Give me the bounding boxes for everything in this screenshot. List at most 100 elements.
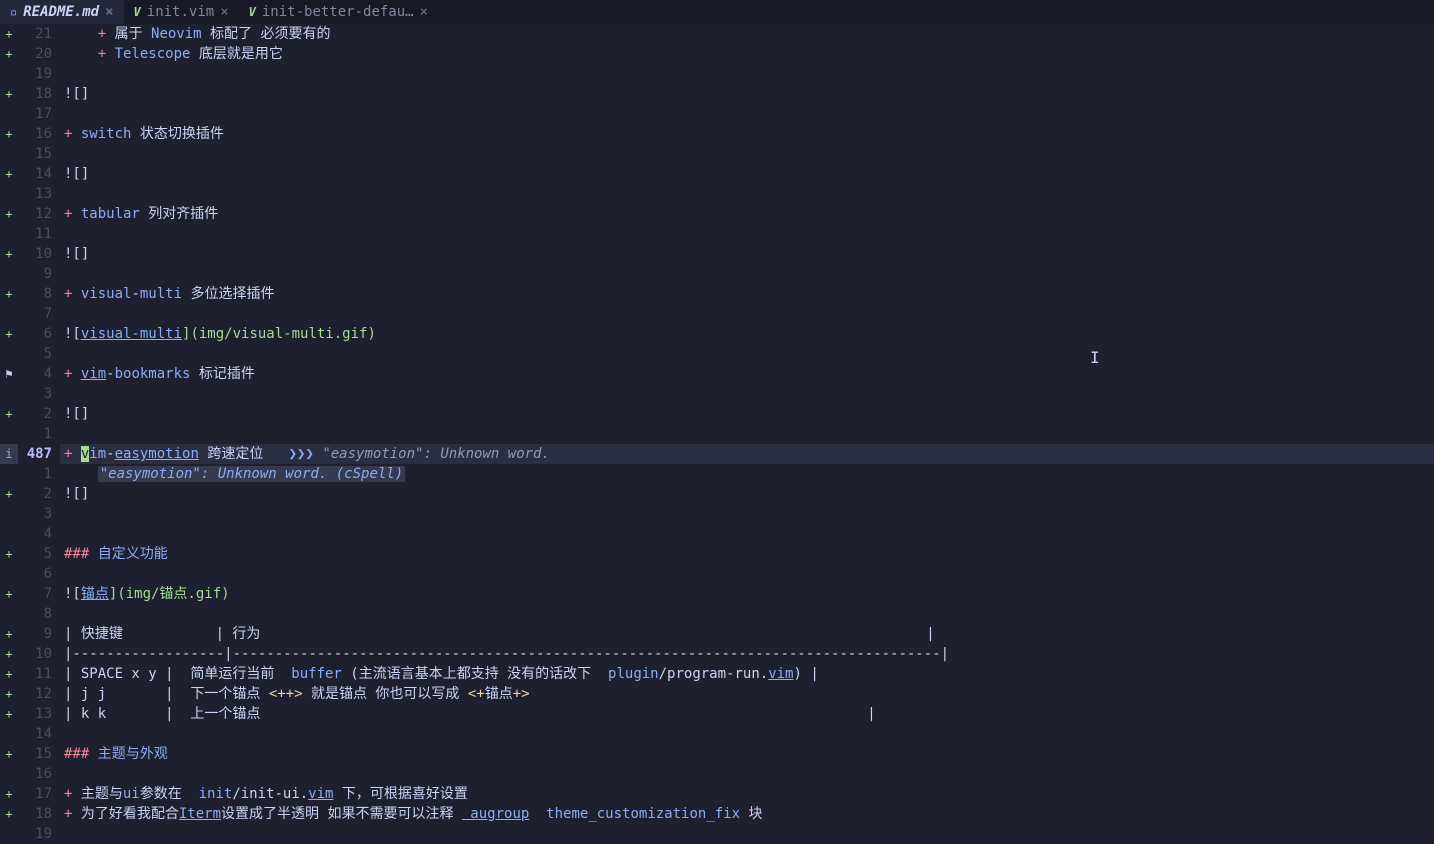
code-line[interactable]: + tabular 列对齐插件: [60, 204, 1434, 224]
gutter-sign: [0, 604, 18, 624]
close-icon[interactable]: ×: [420, 2, 428, 22]
line-number: 12: [18, 204, 52, 224]
line-number: 15: [18, 144, 52, 164]
gutter-sign: +: [0, 164, 18, 184]
gutter-sign: +: [0, 644, 18, 664]
code-line[interactable]: ### 自定义功能: [60, 544, 1434, 564]
line-number: 2: [18, 404, 52, 424]
code-line[interactable]: + switch 状态切换插件: [60, 124, 1434, 144]
gutter-sign: [0, 504, 18, 524]
code-line[interactable]: [60, 304, 1434, 324]
editor-area[interactable]: +++++++++⚑+i+++++++++++ 2120191817161514…: [0, 24, 1434, 844]
gutter-sign: +: [0, 544, 18, 564]
code-line[interactable]: ![]: [60, 484, 1434, 504]
gutter-sign: +: [0, 664, 18, 684]
tab-readme[interactable]: ▫ README.md ×: [0, 0, 124, 24]
code-line[interactable]: + 属于 Neovim 标配了 必须要有的: [60, 24, 1434, 44]
code-line[interactable]: [60, 144, 1434, 164]
code-line[interactable]: [60, 64, 1434, 84]
line-number: 8: [18, 284, 52, 304]
gutter-sign: [0, 104, 18, 124]
close-icon[interactable]: ×: [105, 2, 113, 22]
line-number: 17: [18, 784, 52, 804]
code-line[interactable]: [60, 224, 1434, 244]
line-number-column: 2120191817161514131211109876543214871234…: [18, 24, 60, 844]
code-line[interactable]: [60, 504, 1434, 524]
gutter-sign: +: [0, 44, 18, 64]
code-line[interactable]: [60, 104, 1434, 124]
line-number: 1: [18, 464, 52, 484]
code-line[interactable]: + visual-multi 多位选择插件: [60, 284, 1434, 304]
tab-bar: ▫ README.md × V init.vim × V init-better…: [0, 0, 1434, 24]
gutter-sign: +: [0, 484, 18, 504]
gutter-sign: [0, 264, 18, 284]
code-line[interactable]: ![visual-multi](img/visual-multi.gif): [60, 324, 1434, 344]
gutter-sign: [0, 724, 18, 744]
line-number: 17: [18, 104, 52, 124]
line-number: 16: [18, 764, 52, 784]
code-line[interactable]: | j j | 下一个锚点 <++> 就是锚点 你也可以写成 <+锚点+>: [60, 684, 1434, 704]
line-number: 9: [18, 624, 52, 644]
code-line[interactable]: [60, 344, 1434, 364]
line-number: 1: [18, 424, 52, 444]
code-line[interactable]: + 主题与ui参数在 init/init-ui.vim 下，可根据喜好设置: [60, 784, 1434, 804]
code-line[interactable]: ![]: [60, 244, 1434, 264]
code-line[interactable]: + Telescope 底层就是用它: [60, 44, 1434, 64]
gutter-sign: [0, 824, 18, 844]
code-line[interactable]: [60, 264, 1434, 284]
code-line[interactable]: ![]: [60, 404, 1434, 424]
line-number: 19: [18, 64, 52, 84]
gutter-sign: +: [0, 404, 18, 424]
code-line[interactable]: ### 主题与外观: [60, 744, 1434, 764]
code-line[interactable]: ![]: [60, 164, 1434, 184]
code-line[interactable]: + vim-easymotion 跨速定位 ❯❯❯ "easymotion": …: [60, 444, 1434, 464]
line-number: 18: [18, 804, 52, 824]
code-line[interactable]: ![锚点](img/锚点.gif): [60, 584, 1434, 604]
gutter-sign: +: [0, 204, 18, 224]
vim-icon: V: [249, 2, 256, 22]
code-line[interactable]: [60, 384, 1434, 404]
gutter-sign: +: [0, 324, 18, 344]
code-line[interactable]: | SPACE x y | 简单运行当前 buffer (主流语言基本上都支持 …: [60, 664, 1434, 684]
code-line[interactable]: + vim-bookmarks 标记插件: [60, 364, 1434, 384]
close-icon[interactable]: ×: [220, 2, 228, 22]
tab-init-better-defaults[interactable]: V init-better-defau… ×: [239, 0, 438, 24]
gutter-sign: [0, 224, 18, 244]
code-line[interactable]: [60, 764, 1434, 784]
code-line[interactable]: [60, 564, 1434, 584]
gutter-sign: +: [0, 584, 18, 604]
gutter-sign: ⚑: [0, 364, 18, 384]
code-line[interactable]: [60, 824, 1434, 844]
line-number: 19: [18, 824, 52, 844]
code-line[interactable]: |------------------|--------------------…: [60, 644, 1434, 664]
gutter-sign: [0, 564, 18, 584]
code-line[interactable]: [60, 184, 1434, 204]
code-line[interactable]: | 快捷键 | 行为 |: [60, 624, 1434, 644]
line-number: 9: [18, 264, 52, 284]
gutter-sign: +: [0, 744, 18, 764]
gutter-sign: [0, 464, 18, 484]
code-line[interactable]: [60, 424, 1434, 444]
gutter-sign: +: [0, 284, 18, 304]
line-number: 4: [18, 524, 52, 544]
code-line[interactable]: [60, 604, 1434, 624]
gutter-sign: +: [0, 684, 18, 704]
code-line[interactable]: [60, 524, 1434, 544]
line-number: 2: [18, 484, 52, 504]
tab-label: init-better-defau…: [262, 2, 414, 22]
code-line[interactable]: [60, 724, 1434, 744]
gutter-sign: i: [0, 444, 18, 464]
code-line[interactable]: "easymotion": Unknown word. (cSpell): [60, 464, 1434, 484]
code-line[interactable]: | k k | 上一个锚点 |: [60, 704, 1434, 724]
gutter-sign: +: [0, 84, 18, 104]
gutter-sign: [0, 424, 18, 444]
line-number: 10: [18, 644, 52, 664]
gutter-sign: +: [0, 804, 18, 824]
line-number: 6: [18, 324, 52, 344]
code-content[interactable]: 𝙸 + 属于 Neovim 标配了 必须要有的 + Telescope 底层就是…: [60, 24, 1434, 844]
line-number: 7: [18, 304, 52, 324]
tab-init-vim[interactable]: V init.vim ×: [124, 0, 239, 24]
code-line[interactable]: + 为了好看我配合Iterm设置成了半透明 如果不需要可以注释 augroup …: [60, 804, 1434, 824]
gutter-sign: +: [0, 704, 18, 724]
code-line[interactable]: ![]: [60, 84, 1434, 104]
